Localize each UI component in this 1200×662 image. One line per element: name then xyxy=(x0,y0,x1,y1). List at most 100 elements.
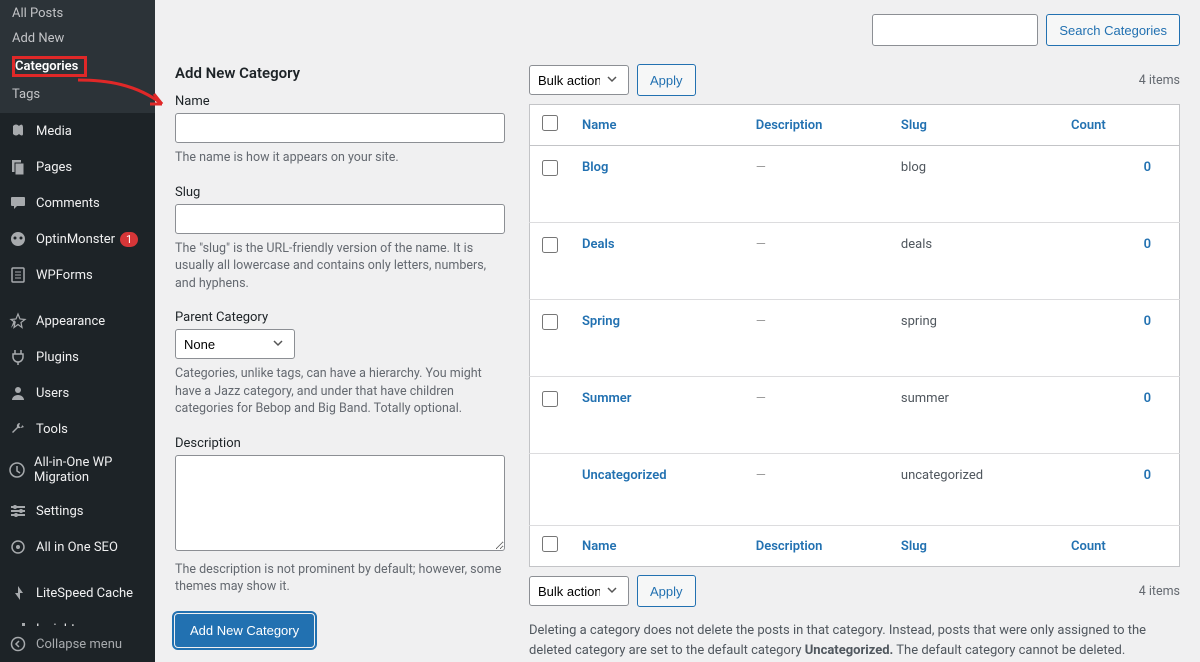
comments-icon xyxy=(8,193,28,213)
media-icon xyxy=(8,121,28,141)
items-count-top: 4 items xyxy=(1139,73,1180,88)
add-category-button[interactable]: Add New Category xyxy=(175,614,314,647)
category-description: — xyxy=(744,454,889,526)
menu-label: WPForms xyxy=(36,268,93,283)
menu-label: Users xyxy=(36,386,69,401)
admin-sidebar: All Posts Add New Categories Tags Media P… xyxy=(0,0,155,662)
table-row: Blog —blog 0 xyxy=(530,146,1180,223)
category-name-link[interactable]: Uncategorized xyxy=(582,468,667,483)
description-textarea[interactable] xyxy=(175,455,505,551)
category-description: — xyxy=(744,300,889,377)
col-slug: Slug xyxy=(889,105,1059,146)
category-description: — xyxy=(744,146,889,223)
menu-media[interactable]: Media xyxy=(0,113,155,149)
category-name-link[interactable]: Blog xyxy=(582,160,608,175)
select-all-bottom[interactable] xyxy=(542,536,558,552)
description-label: Description xyxy=(175,436,505,451)
menu-label: All-in-One WP Migration xyxy=(34,455,153,485)
menu-label: Appearance xyxy=(36,314,105,329)
posts-submenu: All Posts Add New Categories Tags xyxy=(0,0,155,113)
category-description: — xyxy=(744,377,889,454)
select-all-top[interactable] xyxy=(542,115,558,131)
slug-help: The "slug" is the URL-friendly version o… xyxy=(175,240,505,293)
tools-icon xyxy=(8,419,28,439)
col-name: Name xyxy=(570,105,744,146)
select-all-header xyxy=(530,105,571,146)
category-count-link[interactable]: 0 xyxy=(1144,391,1151,406)
bulk-actions-top[interactable]: Bulk actions xyxy=(529,65,629,95)
menu-litespeed-cache[interactable]: LiteSpeed Cache xyxy=(0,575,155,611)
menu-settings[interactable]: Settings xyxy=(0,493,155,529)
menu-label: All in One SEO xyxy=(36,540,118,555)
plugins-icon xyxy=(8,347,28,367)
table-row: Deals —deals 0 xyxy=(530,223,1180,300)
category-count-link[interactable]: 0 xyxy=(1144,468,1151,483)
settings-icon xyxy=(8,501,28,521)
col-name-foot[interactable]: Name xyxy=(582,539,616,554)
category-count-link[interactable]: 0 xyxy=(1144,314,1151,329)
menu-plugins[interactable]: Plugins xyxy=(0,339,155,375)
parent-help: Categories, unlike tags, can have a hier… xyxy=(175,365,505,418)
menu-optinmonster[interactable]: OptinMonster1 xyxy=(0,221,155,257)
menu-label: Pages xyxy=(36,160,72,175)
submenu-tags[interactable]: Tags xyxy=(0,82,155,107)
add-category-form: Add New Category Name The name is how it… xyxy=(175,64,505,662)
table-row: Summer —summer 0 xyxy=(530,377,1180,454)
users-icon xyxy=(8,383,28,403)
search-categories-button[interactable]: Search Categories xyxy=(1046,14,1180,46)
row-checkbox[interactable] xyxy=(542,391,558,407)
slug-input[interactable] xyxy=(175,204,505,234)
row-checkbox[interactable] xyxy=(542,314,558,330)
menu-label: LiteSpeed Cache xyxy=(36,586,133,601)
menu-all-in-one-seo[interactable]: All in One SEO xyxy=(0,529,155,565)
menu-label: OptinMonster xyxy=(36,232,115,247)
category-slug: blog xyxy=(889,146,1059,223)
menu-label: Tools xyxy=(36,422,68,437)
apply-top-button[interactable]: Apply xyxy=(637,64,696,96)
menu-all-in-one-wp-migration[interactable]: All-in-One WP Migration xyxy=(0,447,155,493)
litespeed-icon xyxy=(8,583,28,603)
submenu-all-posts[interactable]: All Posts xyxy=(0,1,155,26)
form-heading: Add New Category xyxy=(175,64,505,82)
parent-label: Parent Category xyxy=(175,310,505,325)
menu-tools[interactable]: Tools xyxy=(0,411,155,447)
menu-appearance[interactable]: Appearance xyxy=(0,303,155,339)
table-row: Uncategorized—uncategorized0 xyxy=(530,454,1180,526)
collapse-menu[interactable]: Collapse menu xyxy=(0,626,155,662)
category-slug: spring xyxy=(889,300,1059,377)
category-slug: deals xyxy=(889,223,1059,300)
description-help: The description is not prominent by defa… xyxy=(175,561,505,596)
category-slug: summer xyxy=(889,377,1059,454)
parent-select[interactable]: None xyxy=(175,329,295,359)
submenu-categories[interactable]: Categories xyxy=(0,51,155,82)
categories-table: Name Description Slug Count Blog—blog0De… xyxy=(529,104,1180,567)
name-help: The name is how it appears on your site. xyxy=(175,149,505,167)
col-slug-foot[interactable]: Slug xyxy=(901,539,927,554)
category-count-link[interactable]: 0 xyxy=(1144,237,1151,252)
menu-label: Plugins xyxy=(36,350,79,365)
row-checkbox[interactable] xyxy=(542,160,558,176)
migration-icon xyxy=(8,460,26,480)
name-input[interactable] xyxy=(175,113,505,143)
category-name-link[interactable]: Spring xyxy=(582,314,620,329)
search-input[interactable] xyxy=(872,14,1038,46)
category-count-link[interactable]: 0 xyxy=(1144,160,1151,175)
col-description: Description xyxy=(744,105,889,146)
menu-wpforms[interactable]: WPForms xyxy=(0,257,155,293)
submenu-add-new[interactable]: Add New xyxy=(0,26,155,51)
apply-bottom-button[interactable]: Apply xyxy=(637,575,696,607)
menu-pages[interactable]: Pages xyxy=(0,149,155,185)
menu-comments[interactable]: Comments xyxy=(0,185,155,221)
category-name-link[interactable]: Deals xyxy=(582,237,615,252)
row-checkbox[interactable] xyxy=(542,237,558,253)
menu-users[interactable]: Users xyxy=(0,375,155,411)
collapse-icon xyxy=(8,634,28,654)
col-count-foot[interactable]: Count xyxy=(1071,539,1106,554)
category-description: — xyxy=(744,223,889,300)
category-name-link[interactable]: Summer xyxy=(582,391,631,406)
seo-icon xyxy=(8,537,28,557)
bulk-actions-bottom[interactable]: Bulk actions xyxy=(529,576,629,606)
col-desc-foot[interactable]: Description xyxy=(756,539,823,554)
menu-label: Settings xyxy=(36,504,83,519)
slug-label: Slug xyxy=(175,185,505,200)
